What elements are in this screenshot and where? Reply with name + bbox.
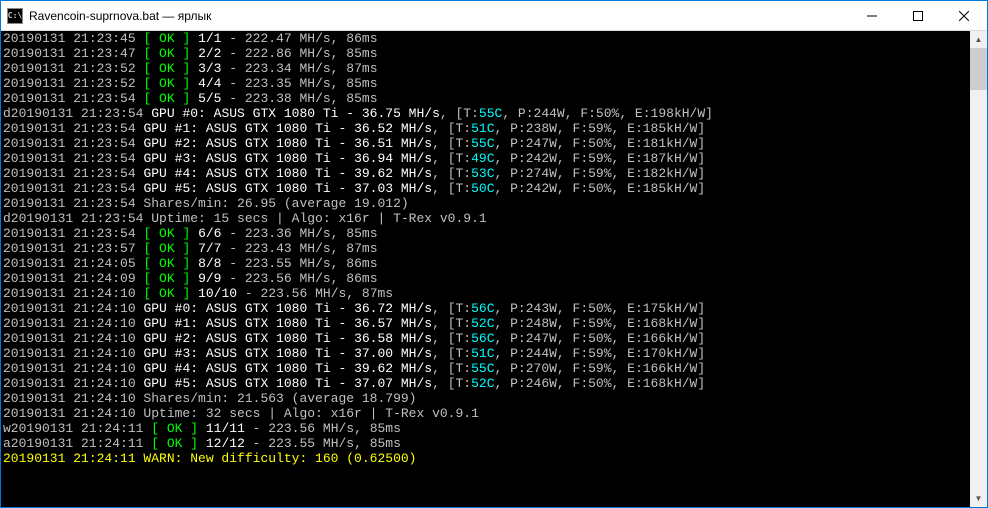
scroll-down-button[interactable]: ▼: [970, 490, 987, 507]
uptime-line: d20190131 21:23:54 Uptime: 15 secs | Alg…: [3, 211, 968, 226]
app-icon: C:\: [7, 8, 23, 24]
shares-per-min-line: 20190131 21:24:10 Shares/min: 21.563 (av…: [3, 391, 968, 406]
share-line: 20190131 21:23:45 [ OK ] 1/1 - 222.47 MH…: [3, 31, 968, 46]
terminal-window: C:\ Ravencoin-suprnova.bat — ярлык 20190…: [0, 0, 988, 508]
share-line: 20190131 21:23:57 [ OK ] 7/7 - 223.43 MH…: [3, 241, 968, 256]
gpu-stats-line: 20190131 21:24:10 GPU #1: ASUS GTX 1080 …: [3, 316, 968, 331]
share-line: a20190131 21:24:11 [ OK ] 12/12 - 223.55…: [3, 436, 968, 451]
share-line: 20190131 21:23:54 [ OK ] 6/6 - 223.36 MH…: [3, 226, 968, 241]
share-line: 20190131 21:23:47 [ OK ] 2/2 - 222.86 MH…: [3, 46, 968, 61]
minimize-icon: [867, 11, 877, 21]
share-line: w20190131 21:24:11 [ OK ] 11/11 - 223.56…: [3, 421, 968, 436]
gpu-stats-line: 20190131 21:23:54 GPU #5: ASUS GTX 1080 …: [3, 181, 968, 196]
warning-line: 20190131 21:24:11 WARN: New difficulty: …: [3, 451, 968, 466]
window-title: Ravencoin-suprnova.bat — ярлык: [29, 9, 849, 23]
gpu-stats-line: 20190131 21:24:10 GPU #3: ASUS GTX 1080 …: [3, 346, 968, 361]
gpu-stats-line: 20190131 21:24:10 GPU #0: ASUS GTX 1080 …: [3, 301, 968, 316]
scroll-thumb[interactable]: [970, 48, 987, 90]
close-icon: [959, 11, 969, 21]
share-line: 20190131 21:23:52 [ OK ] 3/3 - 223.34 MH…: [3, 61, 968, 76]
gpu-stats-line: 20190131 21:23:54 GPU #1: ASUS GTX 1080 …: [3, 121, 968, 136]
share-line: 20190131 21:24:10 [ OK ] 10/10 - 223.56 …: [3, 286, 968, 301]
scroll-up-button[interactable]: ▲: [970, 31, 987, 48]
maximize-button[interactable]: [895, 1, 941, 30]
gpu-stats-line: 20190131 21:24:10 GPU #5: ASUS GTX 1080 …: [3, 376, 968, 391]
scrollbar[interactable]: ▲ ▼: [970, 31, 987, 507]
close-button[interactable]: [941, 1, 987, 30]
shares-per-min-line: 20190131 21:23:54 Shares/min: 26.95 (ave…: [3, 196, 968, 211]
share-line: 20190131 21:23:54 [ OK ] 5/5 - 223.38 MH…: [3, 91, 968, 106]
titlebar[interactable]: C:\ Ravencoin-suprnova.bat — ярлык: [1, 1, 987, 31]
terminal-output[interactable]: 20190131 21:23:45 [ OK ] 1/1 - 222.47 MH…: [1, 31, 970, 507]
gpu-stats-line: 20190131 21:23:54 GPU #3: ASUS GTX 1080 …: [3, 151, 968, 166]
scroll-track[interactable]: [970, 48, 987, 490]
window-controls: [849, 1, 987, 30]
share-line: 20190131 21:24:09 [ OK ] 9/9 - 223.56 MH…: [3, 271, 968, 286]
gpu-stats-line: 20190131 21:24:10 GPU #2: ASUS GTX 1080 …: [3, 331, 968, 346]
share-line: 20190131 21:23:52 [ OK ] 4/4 - 223.35 MH…: [3, 76, 968, 91]
blank-line: [3, 466, 968, 481]
gpu-stats-line: 20190131 21:24:10 GPU #4: ASUS GTX 1080 …: [3, 361, 968, 376]
uptime-line: 20190131 21:24:10 Uptime: 32 secs | Algo…: [3, 406, 968, 421]
gpu-stats-line: d20190131 21:23:54 GPU #0: ASUS GTX 1080…: [3, 106, 968, 121]
gpu-stats-line: 20190131 21:23:54 GPU #2: ASUS GTX 1080 …: [3, 136, 968, 151]
maximize-icon: [913, 11, 923, 21]
minimize-button[interactable]: [849, 1, 895, 30]
gpu-stats-line: 20190131 21:23:54 GPU #4: ASUS GTX 1080 …: [3, 166, 968, 181]
content-area: 20190131 21:23:45 [ OK ] 1/1 - 222.47 MH…: [1, 31, 987, 507]
share-line: 20190131 21:24:05 [ OK ] 8/8 - 223.55 MH…: [3, 256, 968, 271]
